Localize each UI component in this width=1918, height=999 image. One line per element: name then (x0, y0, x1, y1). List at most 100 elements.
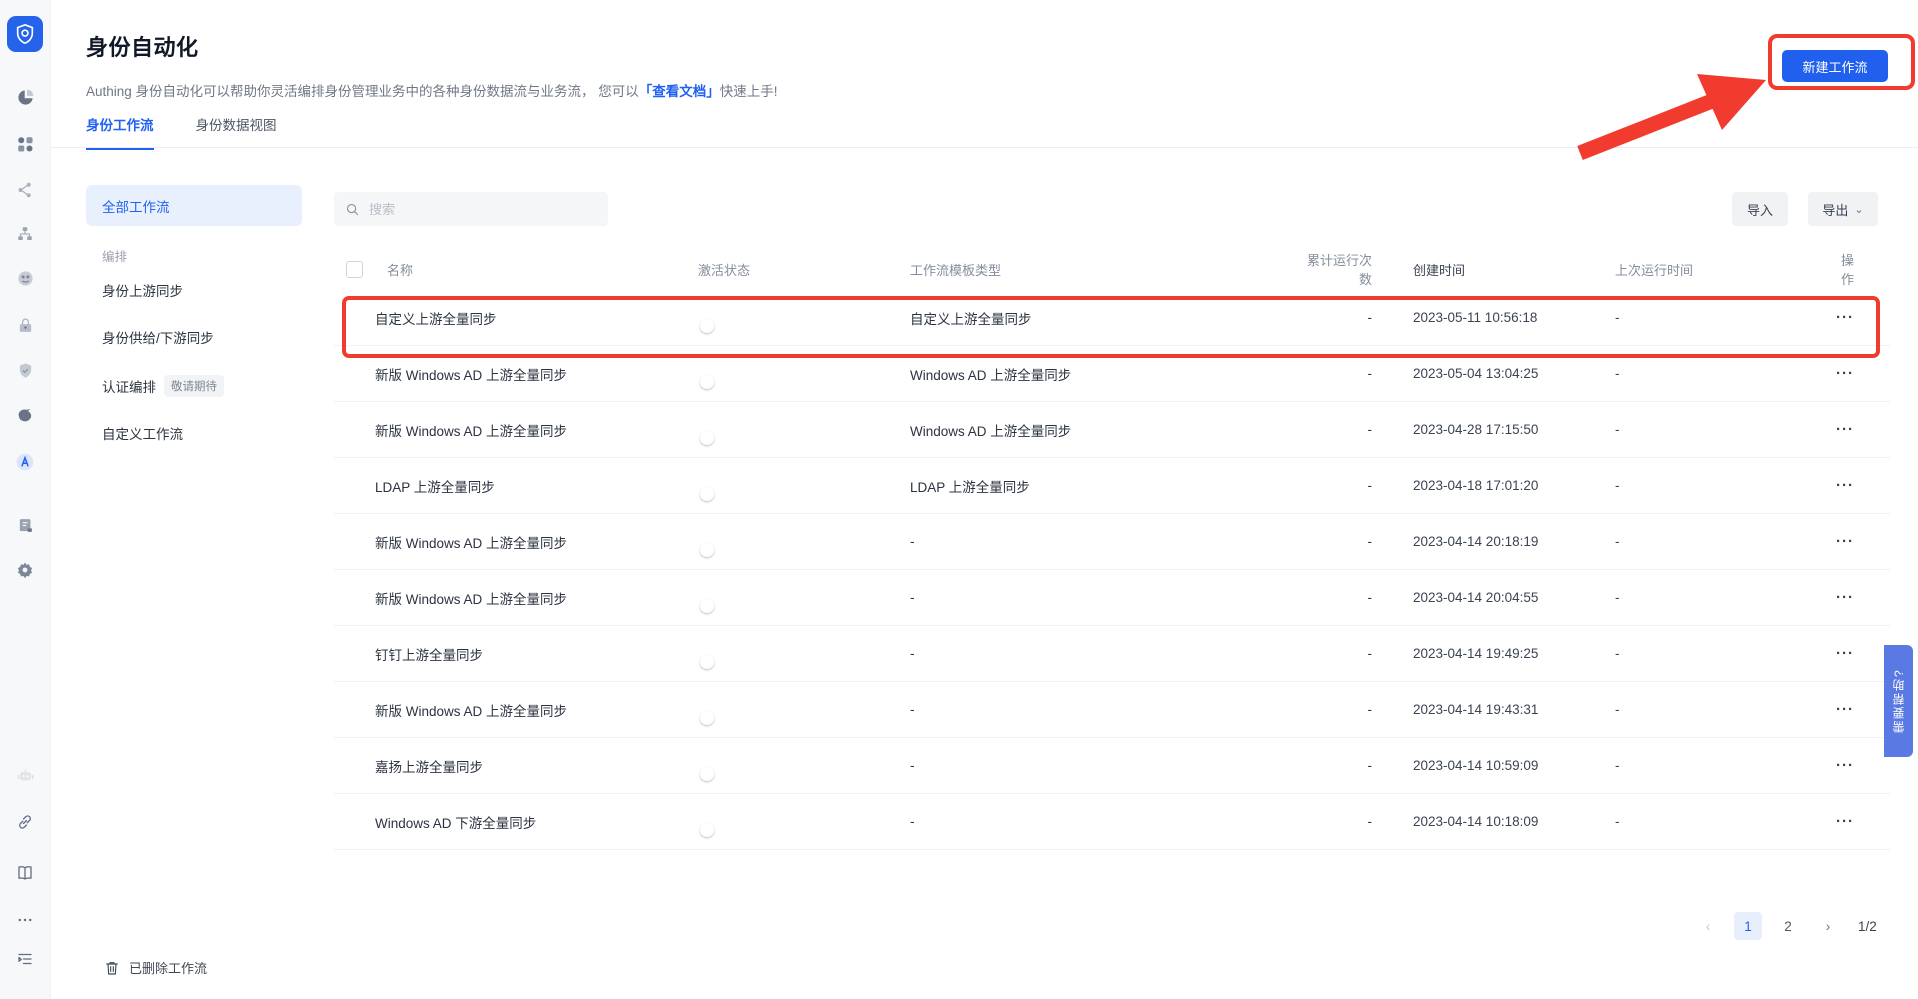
table-row[interactable]: 新版 Windows AD 上游全量同步 Windows AD 上游全量同步 -… (334, 346, 1890, 402)
document-icon[interactable] (0, 508, 50, 542)
table-row[interactable]: 新版 Windows AD 上游全量同步 - - 2023-04-14 20:0… (334, 570, 1890, 626)
row-actions-icon[interactable]: ··· (1836, 589, 1854, 606)
workflow-name: 新版 Windows AD 上游全量同步 (375, 532, 567, 552)
table-header-row: 名称 激活状态 工作流模板类型 累计运行次数 创建时间 上次运行时间 操作 (334, 248, 1890, 290)
table-row[interactable]: 新版 Windows AD 上游全量同步 - - 2023-04-14 19:4… (334, 682, 1890, 738)
table-row[interactable]: 新版 Windows AD 上游全量同步 Windows AD 上游全量同步 -… (334, 402, 1890, 458)
pager-next-icon[interactable]: › (1814, 912, 1842, 940)
workflow-template-type: - (910, 646, 1302, 661)
pager-summary: 1/2 (1858, 919, 1877, 934)
search-input[interactable] (367, 201, 591, 218)
select-all-checkbox[interactable] (346, 261, 363, 278)
more-icon[interactable] (0, 903, 50, 937)
pagination: ‹ 1 2 › 1/2 (1694, 912, 1877, 940)
row-actions-icon[interactable]: ··· (1836, 701, 1854, 718)
robot-icon[interactable] (0, 758, 50, 792)
pager-page-1[interactable]: 1 (1734, 912, 1762, 940)
sidebar-item-all-workflows[interactable]: 全部工作流 (86, 185, 302, 226)
table-row[interactable]: 钉钉上游全量同步 - - 2023-04-14 19:49:25 - ··· (334, 626, 1890, 682)
deleted-workflows-link[interactable]: 已删除工作流 (104, 958, 207, 977)
table-row[interactable]: Windows AD 下游全量同步 - - 2023-04-14 10:18:0… (334, 794, 1890, 850)
table-row[interactable]: LDAP 上游全量同步 LDAP 上游全量同步 - 2023-04-18 17:… (334, 458, 1890, 514)
workflow-name: 新版 Windows AD 上游全量同步 (375, 364, 567, 384)
created-at-value: 2023-05-04 13:04:25 (1372, 366, 1615, 381)
workflow-template-type: - (910, 590, 1302, 605)
help-tab[interactable]: 需要帮助? (1884, 645, 1913, 757)
apps-grid-icon[interactable] (0, 127, 50, 161)
created-at-value: 2023-04-14 20:04:55 (1372, 590, 1615, 605)
total-runs-value: - (1302, 366, 1372, 381)
pager-page-2[interactable]: 2 (1774, 912, 1802, 940)
workflow-template-type: - (910, 534, 1302, 549)
workflow-template-type: - (910, 814, 1302, 829)
collapse-menu-icon[interactable] (0, 942, 50, 976)
sidebar-item-upstream-sync[interactable]: 身份上游同步 (102, 280, 183, 300)
header-active-status: 激活状态 (698, 260, 910, 279)
row-actions-icon[interactable]: ··· (1836, 533, 1854, 550)
table-row[interactable]: 新版 Windows AD 上游全量同步 - - 2023-04-14 20:1… (334, 514, 1890, 570)
row-actions-icon[interactable]: ··· (1836, 421, 1854, 438)
total-runs-value: - (1302, 646, 1372, 661)
workflow-name: 新版 Windows AD 上游全量同步 (375, 588, 567, 608)
header-last-run: 上次运行时间 (1615, 260, 1830, 279)
org-tree-icon[interactable] (0, 217, 50, 251)
share-icon[interactable] (0, 173, 50, 207)
workflow-table: 名称 激活状态 工作流模板类型 累计运行次数 创建时间 上次运行时间 操作 自定… (334, 248, 1890, 850)
row-actions-icon[interactable]: ··· (1836, 757, 1854, 774)
last-run-value: - (1615, 590, 1830, 605)
header-name: 名称 (387, 260, 413, 279)
created-at-value: 2023-04-14 20:18:19 (1372, 534, 1615, 549)
total-runs-value: - (1302, 310, 1372, 325)
row-actions-icon[interactable]: ··· (1836, 645, 1854, 662)
view-docs-link[interactable]: 「查看文档」 (639, 84, 720, 99)
a-circle-icon[interactable] (0, 445, 50, 479)
row-actions-icon[interactable]: ··· (1836, 365, 1854, 382)
workflow-name: 钉钉上游全量同步 (375, 644, 483, 664)
search-box[interactable] (334, 192, 608, 226)
app-logo[interactable] (7, 16, 43, 52)
export-label: 导出 (1822, 200, 1848, 219)
sidebar-item-custom-workflow[interactable]: 自定义工作流 (102, 423, 183, 443)
user-group-icon[interactable] (0, 261, 50, 295)
created-at-value: 2023-04-14 19:49:25 (1372, 646, 1615, 661)
last-run-value: - (1615, 646, 1830, 661)
export-button[interactable]: 导出 ⌄ (1808, 192, 1878, 226)
created-at-value: 2023-04-14 19:43:31 (1372, 702, 1615, 717)
lock-icon[interactable] (0, 308, 50, 342)
last-run-value: - (1615, 478, 1830, 493)
pager-prev-icon[interactable]: ‹ (1694, 912, 1722, 940)
create-workflow-button[interactable]: 新建工作流 (1782, 50, 1888, 82)
tabs-divider (50, 147, 1918, 148)
row-actions-icon[interactable]: ··· (1836, 813, 1854, 830)
total-runs-value: - (1302, 814, 1372, 829)
last-run-value: - (1615, 534, 1830, 549)
table-row[interactable]: 自定义上游全量同步 自定义上游全量同步 - 2023-05-11 10:56:1… (334, 290, 1890, 346)
import-button[interactable]: 导入 (1732, 192, 1788, 226)
sidebar-item-label: 认证编排 (102, 376, 156, 396)
total-runs-value: - (1302, 758, 1372, 773)
search-icon (345, 202, 360, 217)
workflow-template-type: LDAP 上游全量同步 (910, 476, 1302, 496)
shield-check-icon[interactable] (0, 353, 50, 387)
gear-icon[interactable] (0, 553, 50, 587)
link-icon[interactable] (0, 805, 50, 839)
table-row[interactable]: 嘉扬上游全量同步 - - 2023-04-14 10:59:09 - ··· (334, 738, 1890, 794)
bird-icon[interactable] (0, 398, 50, 432)
coming-soon-badge: 敬请期待 (164, 375, 224, 397)
total-runs-value: - (1302, 478, 1372, 493)
header-total-runs: 累计运行次数 (1302, 250, 1372, 288)
tab-identity-workflow[interactable]: 身份工作流 (86, 114, 154, 150)
last-run-value: - (1615, 814, 1830, 829)
sidebar-item-provision-downstream-sync[interactable]: 身份供给/下游同步 (102, 327, 214, 347)
pie-chart-icon[interactable] (0, 80, 50, 114)
header-created-at: 创建时间 (1372, 260, 1615, 279)
total-runs-value: - (1302, 702, 1372, 717)
total-runs-value: - (1302, 422, 1372, 437)
total-runs-value: - (1302, 534, 1372, 549)
sidebar-item-auth-orchestration[interactable]: 认证编排 敬请期待 (102, 375, 224, 397)
created-at-value: 2023-04-28 17:15:50 (1372, 422, 1615, 437)
row-actions-icon[interactable]: ··· (1836, 477, 1854, 494)
row-actions-icon[interactable]: ··· (1836, 309, 1854, 326)
tab-identity-data-view[interactable]: 身份数据视图 (196, 114, 277, 150)
book-icon[interactable] (0, 856, 50, 890)
